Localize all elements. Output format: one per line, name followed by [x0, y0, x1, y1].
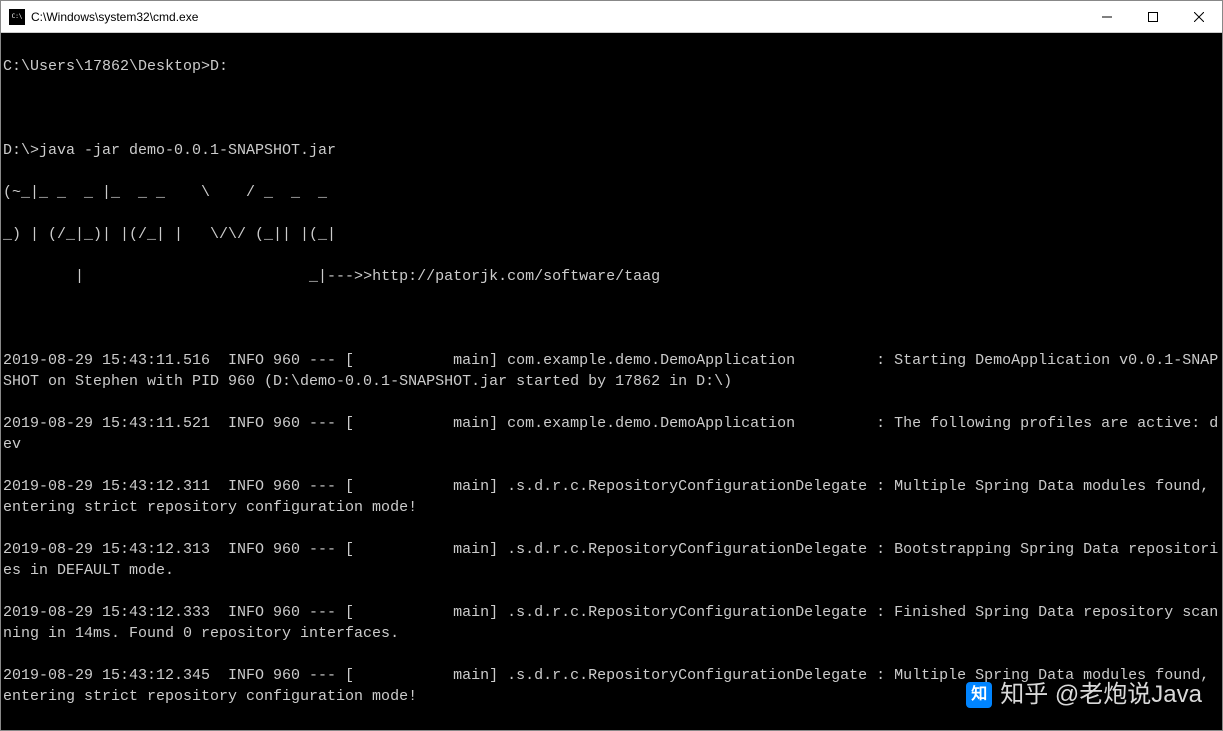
prompt-line: D:\>java -jar demo-0.0.1-SNAPSHOT.jar — [3, 140, 1220, 161]
cmd-icon — [9, 9, 25, 25]
titlebar[interactable]: C:\Windows\system32\cmd.exe — [1, 1, 1222, 33]
minimize-button[interactable] — [1084, 1, 1130, 32]
log-line: 2019-08-29 15:43:12.311 INFO 960 --- [ m… — [3, 476, 1220, 518]
prompt-line: C:\Users\17862\Desktop>D: — [3, 56, 1220, 77]
maximize-button[interactable] — [1130, 1, 1176, 32]
cmd-window: C:\Windows\system32\cmd.exe C:\Users\178… — [0, 0, 1223, 731]
blank-line — [3, 98, 1220, 119]
log-line: 2019-08-29 15:43:11.516 INFO 960 --- [ m… — [3, 350, 1220, 392]
log-line: 2019-08-29 15:43:11.521 INFO 960 --- [ m… — [3, 413, 1220, 455]
ascii-art-line: _) | (/_|_)| |(/_| | \/\/ (_|| |(_| — [3, 224, 1220, 245]
terminal-output[interactable]: C:\Users\17862\Desktop>D: D:\>java -jar … — [1, 33, 1222, 730]
log-line: 2019-08-29 15:43:12.313 INFO 960 --- [ m… — [3, 539, 1220, 581]
log-line: 2019-08-29 15:43:12.347 INFO 960 --- [ m… — [3, 728, 1220, 730]
window-controls — [1084, 1, 1222, 32]
ascii-art-line: | _|--->>http://patorjk.com/software/taa… — [3, 266, 1220, 287]
log-line: 2019-08-29 15:43:12.345 INFO 960 --- [ m… — [3, 665, 1220, 707]
ascii-art-line: (~_|_ _ _ |_ _ _ \ / _ _ _ — [3, 182, 1220, 203]
window-title: C:\Windows\system32\cmd.exe — [31, 10, 1084, 24]
close-button[interactable] — [1176, 1, 1222, 32]
log-line: 2019-08-29 15:43:12.333 INFO 960 --- [ m… — [3, 602, 1220, 644]
blank-line — [3, 308, 1220, 329]
